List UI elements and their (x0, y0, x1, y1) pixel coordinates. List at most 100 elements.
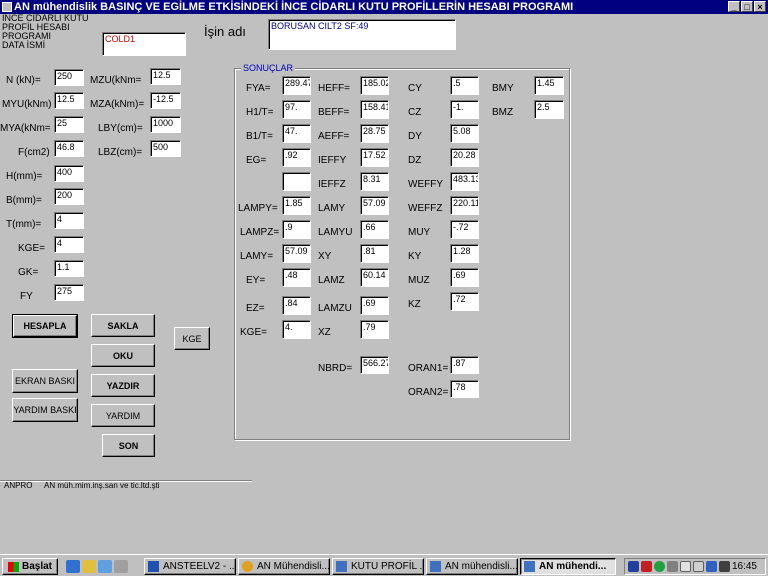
son-button[interactable]: SON (102, 434, 155, 457)
task-an-muhendislik-1[interactable]: AN Mühendisli... (238, 558, 330, 575)
kge-input-label: KGE= (18, 243, 45, 254)
job-name-label: İşin adı (204, 24, 246, 39)
col2-value-9: .69 (360, 296, 389, 315)
col2-value-6: .66 (360, 220, 389, 239)
t-label: T(mm)= (6, 219, 42, 230)
lby-label: LBY(cm)= (98, 123, 143, 134)
lby-input[interactable]: 1000 (150, 116, 181, 133)
col3-value-6: -.72 (450, 220, 479, 239)
windows-logo-icon (7, 561, 19, 572)
mya-input[interactable]: 25 (54, 116, 84, 133)
start-label: Başlat (21, 561, 52, 572)
col1-value-2: 47. (282, 124, 311, 143)
mza-label: MZA(kNm)= (90, 99, 145, 110)
n-input[interactable]: 250 (54, 69, 84, 86)
start-button[interactable]: Başlat (2, 558, 58, 575)
fy-label: FY (20, 291, 33, 302)
h-label: H(mm)= (6, 171, 43, 182)
col3-value-3: 20.28 (450, 148, 479, 167)
col3-value-7: 1.28 (450, 244, 479, 263)
col1-label-2: B1/T= (246, 131, 273, 142)
col2-value-4: 8.31 (360, 172, 389, 191)
col1-value-1: 97. (282, 100, 311, 119)
col2-label-1: BEFF= (318, 107, 350, 118)
oku-button[interactable]: OKU (91, 344, 155, 367)
col2-value-2: 28.75 (360, 124, 389, 143)
kge-button[interactable]: KGE (174, 327, 210, 350)
close-button[interactable]: × (754, 1, 766, 12)
tray-icon-8[interactable] (719, 561, 730, 572)
oran1-label: ORAN1= (408, 363, 449, 374)
maximize-button[interactable]: □ (741, 1, 753, 12)
nbrd-label: NBRD= (318, 363, 353, 374)
yardim-baski-button[interactable]: YARDIM BASKI (12, 398, 78, 422)
ie-icon[interactable] (66, 560, 80, 573)
col2-value-0: 185.02 (360, 76, 389, 95)
title-bar[interactable]: AN mühendislik BASINÇ VE EGİLME ETKİSİND… (0, 0, 768, 14)
f-input[interactable]: 46.8 (54, 140, 84, 157)
task-an-muhendislik-2[interactable]: AN mühendisli... (426, 558, 518, 575)
col1-value-8: .48 (282, 268, 311, 287)
col4-value-1: 2.5 (534, 100, 564, 119)
col1-label-1: H1/T= (246, 107, 274, 118)
desktop-icon[interactable] (98, 560, 112, 573)
mza-input[interactable]: -12.5 (150, 92, 181, 109)
t-input[interactable]: 4 (54, 212, 84, 229)
h-input[interactable]: 400 (54, 165, 84, 182)
col4-label-1: BMZ (492, 107, 514, 118)
task-ansteel[interactable]: ANSTEELV2 - ... (144, 558, 236, 575)
tray-icon-2[interactable] (641, 561, 652, 572)
data-name-input[interactable]: COLD1 (102, 32, 186, 56)
col2-label-8: LAMZ (318, 275, 345, 286)
col3-value-2: 5.08 (450, 124, 479, 143)
sakla-button[interactable]: SAKLA (91, 314, 155, 337)
col2-label-6: LAMYU (318, 227, 353, 238)
col1-label-0: FYA= (246, 83, 271, 94)
outlook-icon[interactable] (82, 560, 96, 573)
yazdir-button[interactable]: YAZDIR (91, 374, 155, 397)
tray-icon-7[interactable] (706, 561, 717, 572)
col4-label-0: BMY (492, 83, 514, 94)
col2-label-7: XY (318, 251, 332, 262)
sun-icon (242, 561, 253, 572)
col2-value-8: 60.14 (360, 268, 389, 287)
ekran-baski-button[interactable]: EKRAN BASKI (12, 369, 78, 393)
yardim-button[interactable]: YARDIM (91, 404, 155, 427)
tray-icon-1[interactable] (628, 561, 639, 572)
myu-label: MYU(kNm) (2, 99, 52, 110)
globe-icon[interactable] (654, 561, 665, 572)
col1-value-3: .92 (282, 148, 311, 167)
mzu-input[interactable]: 12.5 (150, 68, 181, 85)
job-name-input[interactable]: BORUSAN CILT2 SF:49 (268, 19, 456, 50)
fy-input[interactable]: 275 (54, 284, 84, 301)
channel-icon[interactable] (114, 560, 128, 573)
task-kutu-profil[interactable]: KUTU PROFİL ... (332, 558, 424, 575)
col2-label-3: IEFFY (318, 155, 347, 166)
col3-value-1: -1. (450, 100, 479, 119)
col1-label-6: LAMPZ= (240, 227, 280, 238)
lbz-label: LBZ(cm)= (98, 147, 143, 158)
kge-input[interactable]: 4 (54, 236, 84, 253)
col1-label-5: LAMPY= (238, 203, 278, 214)
app-icon[interactable] (2, 2, 12, 12)
col1-value-9: .84 (282, 296, 311, 315)
hesapla-button[interactable]: HESAPLA (12, 314, 78, 338)
network-icon[interactable] (667, 561, 678, 572)
system-tray: 16:45 (624, 558, 766, 575)
col3-label-4: WEFFY (408, 179, 443, 190)
tray-icon-6[interactable] (693, 561, 704, 572)
window-title: AN mühendislik BASINÇ VE EGİLME ETKİSİND… (14, 1, 574, 13)
oran2-label: ORAN2= (408, 387, 449, 398)
col3-value-9: .72 (450, 292, 479, 311)
b-input[interactable]: 200 (54, 188, 84, 205)
col1-label-10: KGE= (240, 327, 267, 338)
minimize-button[interactable]: _ (728, 1, 740, 12)
col1-value-10: 4. (282, 320, 311, 339)
myu-input[interactable]: 12.5 (54, 92, 84, 109)
task-an-muhendislik-active[interactable]: AN mühendi... (520, 558, 616, 575)
n-label: N (kN)= (6, 75, 41, 86)
gk-input[interactable]: 1.1 (54, 260, 84, 277)
lbz-input[interactable]: 500 (150, 140, 181, 157)
speaker-icon[interactable] (680, 561, 691, 572)
taskbar: Başlat ANSTEELV2 - ... AN Mühendisli... … (0, 554, 768, 576)
